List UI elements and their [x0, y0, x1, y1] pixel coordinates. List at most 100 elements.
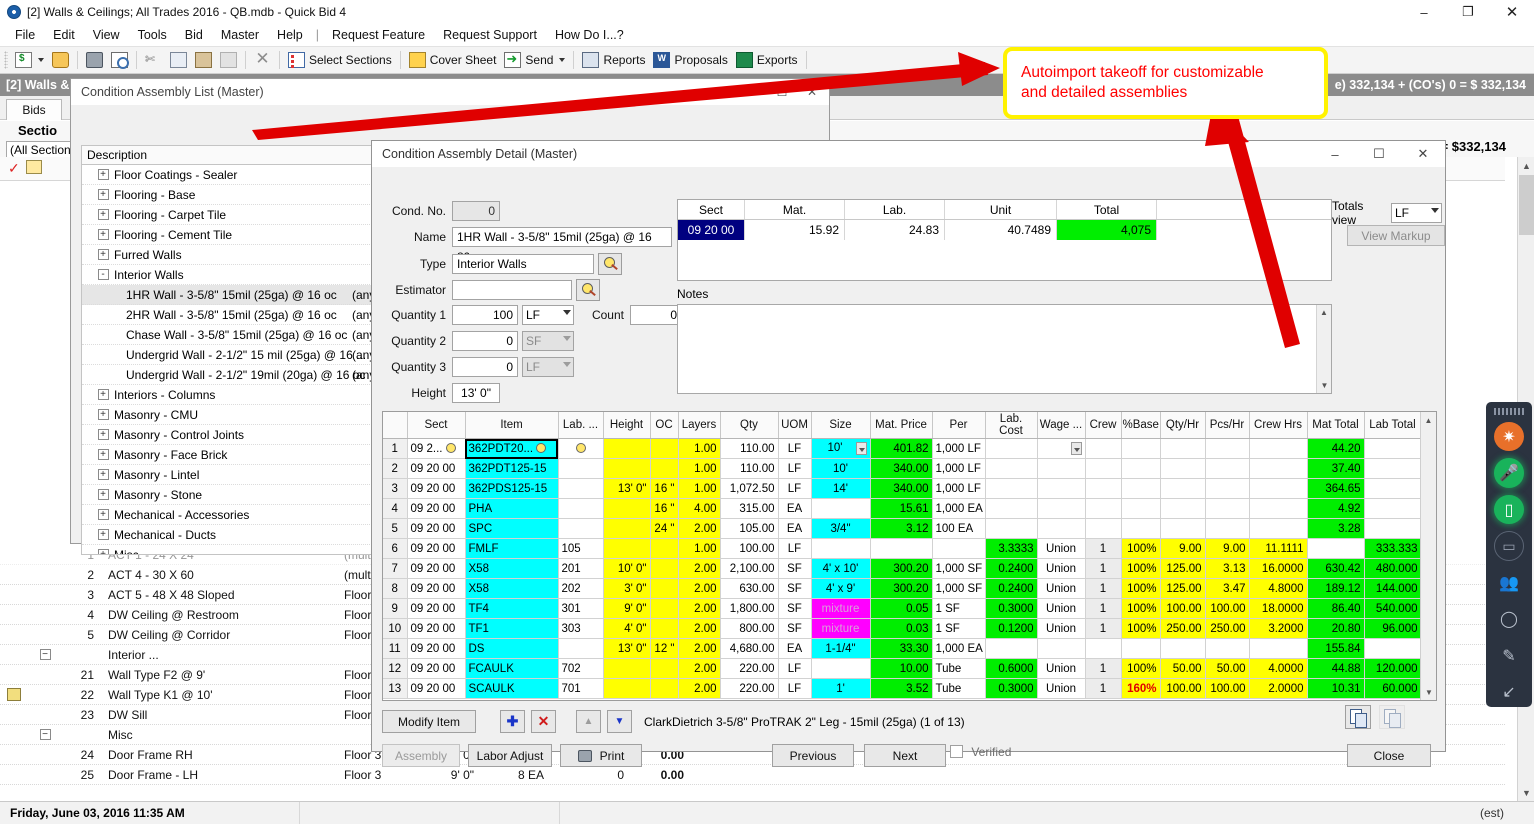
cell-wage[interactable]: Union	[1037, 679, 1085, 699]
cell-lab[interactable]	[558, 459, 603, 479]
name-field[interactable]: 1HR Wall - 3-5/8" 15mil (25ga) @ 16 oc	[452, 227, 672, 247]
cell-oc[interactable]	[650, 659, 678, 679]
cell-size[interactable]: mixture	[811, 619, 870, 639]
cell-qty-hr[interactable]	[1160, 519, 1205, 539]
cell-mat-total[interactable]: 155.84	[1307, 639, 1364, 659]
cell-per[interactable]: 1,000 LF	[932, 439, 985, 459]
cell-pct-base[interactable]: 100%	[1121, 539, 1160, 559]
cell-height[interactable]: 9' 0"	[603, 599, 650, 619]
cell-qty[interactable]: 2,100.00	[720, 559, 778, 579]
col-size[interactable]: Size	[811, 412, 870, 439]
cell-qty-hr[interactable]	[1160, 639, 1205, 659]
cell-lab-total[interactable]	[1364, 439, 1421, 459]
table-row[interactable]: 2 09 20 00 362PDT125-15 1.00 110.00 LF 1…	[383, 459, 1421, 479]
cell-item[interactable]: DS	[465, 639, 558, 659]
cell-lab-cost[interactable]	[985, 639, 1037, 659]
col-lab-total[interactable]: Lab Total	[1364, 412, 1421, 439]
cell-height[interactable]	[603, 499, 650, 519]
summary-data-row[interactable]: 09 20 00 15.92 24.83 40.7489 4,075	[678, 220, 1331, 240]
grid-vertical-scrollbar[interactable]: ▲ ▼	[1420, 412, 1436, 700]
notes-textarea[interactable]: ▲ ▼	[677, 304, 1332, 394]
cell-item[interactable]: PHA	[465, 499, 558, 519]
cell-oc[interactable]	[650, 679, 678, 699]
maximize-button[interactable]: ❐	[1446, 0, 1490, 24]
toolbar-drag-handle[interactable]	[1494, 408, 1524, 415]
cover-sheet-button[interactable]: Cover Sheet	[405, 48, 501, 72]
cell-crew-hrs[interactable]: 2.0000	[1249, 679, 1307, 699]
table-row[interactable]: 1 09 2... 362PDT20... 1.00 110.00 LF 10'…	[383, 439, 1421, 459]
cell-pcs-hr[interactable]	[1205, 459, 1249, 479]
expander-icon[interactable]: +	[92, 389, 114, 400]
cell-qty[interactable]: 220.00	[720, 679, 778, 699]
cell-height[interactable]	[603, 539, 650, 559]
cell-pcs-hr[interactable]: 3.13	[1205, 559, 1249, 579]
cell-item[interactable]: X58	[465, 559, 558, 579]
cell-wage[interactable]	[1037, 499, 1085, 519]
cell-uom[interactable]: SF	[778, 619, 811, 639]
cell-sect[interactable]: 09 20 00	[407, 519, 465, 539]
detail-close-button[interactable]: ✕	[1401, 141, 1445, 167]
col-sect[interactable]: Sect	[407, 412, 465, 439]
chevron-down-icon[interactable]	[559, 58, 565, 62]
expander-icon[interactable]: +	[92, 169, 114, 180]
cell-mat-price[interactable]: 300.20	[870, 559, 932, 579]
cell-oc[interactable]: 16 "	[650, 499, 678, 519]
cell-lab-total[interactable]: 333.333	[1364, 539, 1421, 559]
cell-sect[interactable]: 09 20 00	[407, 599, 465, 619]
col-crew[interactable]: Crew	[1085, 412, 1121, 439]
col-qty[interactable]: Qty	[720, 412, 778, 439]
table-row[interactable]: 8 09 20 00 X58 202 3' 0" 2.00 630.00 SF …	[383, 579, 1421, 599]
cell-per[interactable]: 1 SF	[932, 619, 985, 639]
cell-uom[interactable]: EA	[778, 519, 811, 539]
cell-pcs-hr[interactable]: 100.00	[1205, 679, 1249, 699]
cell-qty[interactable]: 315.00	[720, 499, 778, 519]
cell-sect[interactable]: 09 20 00	[407, 479, 465, 499]
cell-oc[interactable]	[650, 539, 678, 559]
cell-lab-cost[interactable]: 0.2400	[985, 559, 1037, 579]
cell-oc[interactable]	[650, 619, 678, 639]
cell-crew-hrs[interactable]	[1249, 519, 1307, 539]
cell-lab[interactable]	[558, 439, 603, 459]
expander-icon[interactable]: +	[92, 229, 114, 240]
cell-item[interactable]: X58	[465, 579, 558, 599]
menu-view[interactable]: View	[84, 26, 129, 44]
col-qty-hr[interactable]: Qty/Hr	[1160, 412, 1205, 439]
cell-crew[interactable]: 1	[1085, 679, 1121, 699]
cell-lab-total[interactable]: 480.000	[1364, 559, 1421, 579]
menu-edit[interactable]: Edit	[44, 26, 84, 44]
cell-wage[interactable]: Union	[1037, 539, 1085, 559]
cell-mat-price[interactable]: 3.12	[870, 519, 932, 539]
cell-mat-total[interactable]: 3.28	[1307, 519, 1364, 539]
cell-wage[interactable]	[1037, 479, 1085, 499]
cell-size[interactable]: mixture	[811, 599, 870, 619]
scroll-up-icon[interactable]: ▲	[1518, 157, 1534, 174]
cell-crew-hrs[interactable]: 3.2000	[1249, 619, 1307, 639]
col-crew-hrs[interactable]: Crew Hrs	[1249, 412, 1307, 439]
cell-crew[interactable]: 1	[1085, 539, 1121, 559]
cell-qty[interactable]: 800.00	[720, 619, 778, 639]
close-button[interactable]: Close	[1347, 744, 1431, 767]
height-field[interactable]: 13' 0"	[452, 383, 500, 403]
menu-how-do-i[interactable]: How Do I...?	[546, 26, 633, 44]
cell-crew[interactable]	[1085, 639, 1121, 659]
detail-maximize-button[interactable]: ☐	[1357, 141, 1401, 167]
close-button[interactable]: ✕	[1490, 0, 1534, 24]
cell-crew[interactable]: 1	[1085, 579, 1121, 599]
cell-lab[interactable]	[558, 479, 603, 499]
cell-per[interactable]: Tube	[932, 679, 985, 699]
cell-oc[interactable]	[650, 599, 678, 619]
cell-lab-cost[interactable]: 3.3333	[985, 539, 1037, 559]
scroll-up-icon[interactable]: ▲	[1421, 412, 1436, 428]
cell-lab-cost[interactable]	[985, 439, 1037, 459]
cell-layers[interactable]: 2.00	[678, 659, 720, 679]
cell-height[interactable]	[603, 659, 650, 679]
cell-crew-hrs[interactable]: 4.8000	[1249, 579, 1307, 599]
cell-uom[interactable]: LF	[778, 659, 811, 679]
detail-minimize-button[interactable]: –	[1313, 141, 1357, 167]
cell-qty-hr[interactable]	[1160, 479, 1205, 499]
cell-mat-total[interactable]: 364.65	[1307, 479, 1364, 499]
microphone-icon[interactable]: 🎤	[1494, 458, 1524, 488]
cell-uom[interactable]: EA	[778, 639, 811, 659]
cell-pct-base[interactable]: 100%	[1121, 579, 1160, 599]
scroll-down-icon[interactable]: ▼	[1518, 784, 1534, 801]
